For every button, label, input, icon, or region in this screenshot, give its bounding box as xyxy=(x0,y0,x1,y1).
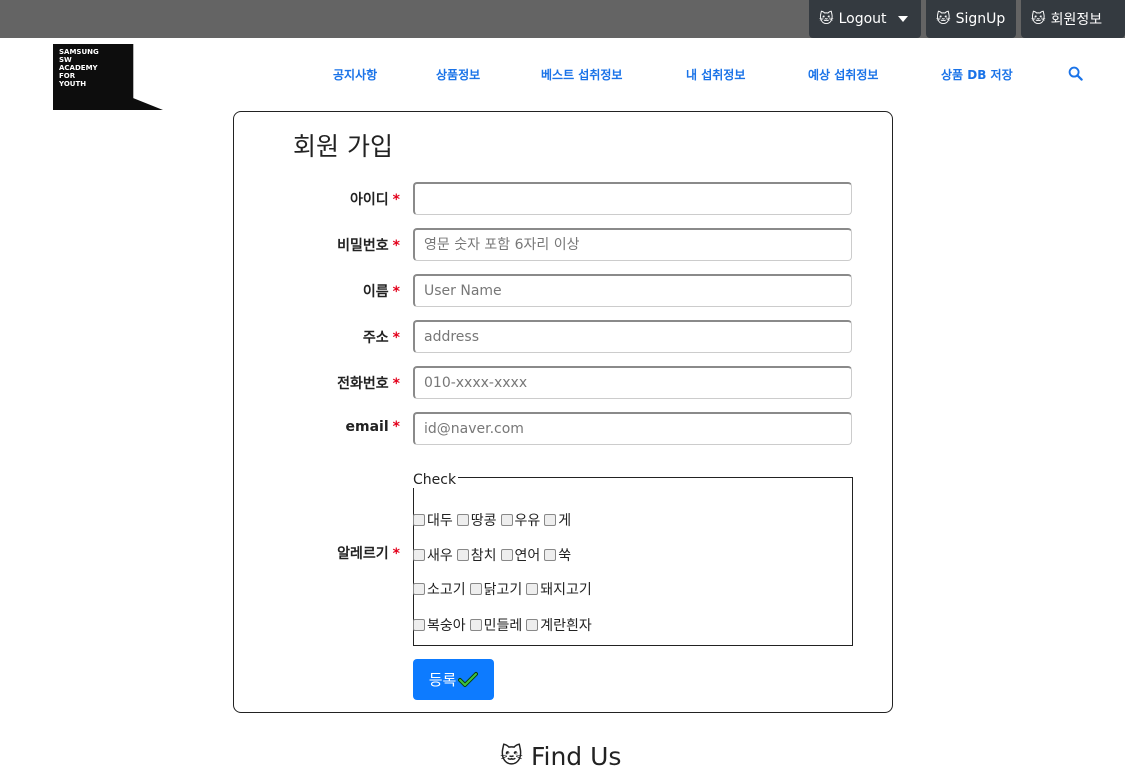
ssafy-logo[interactable]: SAMSUNG SW ACADEMY FOR YOUTH xyxy=(53,44,163,110)
password-input[interactable] xyxy=(413,228,852,261)
check-icon xyxy=(458,671,479,687)
find-us-heading: 🐱 Find Us xyxy=(500,742,621,771)
address-label: 주소 * xyxy=(362,330,400,346)
address-input[interactable] xyxy=(413,320,852,353)
phone-input[interactable] xyxy=(413,366,852,399)
nav-product-db-save[interactable]: 상품 DB 저장 xyxy=(941,66,1013,83)
allergy-checkbox-beef[interactable]: 소고기 xyxy=(413,579,466,599)
nav-product-info[interactable]: 상품정보 xyxy=(436,66,480,83)
logo-text: SAMSUNG SW ACADEMY FOR YOUTH xyxy=(59,48,99,88)
allergy-checkbox-mugwort[interactable]: 쑥 xyxy=(544,545,571,565)
allergy-checkbox-chicken[interactable]: 닭고기 xyxy=(469,579,522,599)
signup-label: SignUp xyxy=(955,11,1006,27)
logout-button[interactable]: 🐱 Logout xyxy=(809,0,921,38)
search-icon[interactable] xyxy=(1068,66,1083,81)
logout-label: Logout xyxy=(838,11,887,27)
id-label: 아이디 * xyxy=(350,192,400,208)
password-label: 비밀번호 * xyxy=(337,238,400,254)
allergy-row: 소고기 닭고기 돼지고기 xyxy=(413,579,596,599)
allergy-checkbox-milk[interactable]: 우유 xyxy=(500,510,540,530)
allergy-checkbox-dandelion[interactable]: 민들레 xyxy=(469,615,522,635)
nav-expected-intake[interactable]: 예상 섭취정보 xyxy=(808,66,878,83)
allergy-checkbox-peanut[interactable]: 땅콩 xyxy=(456,510,497,530)
allergy-checkbox-egg-white[interactable]: 계란흰자 xyxy=(526,615,592,635)
name-input[interactable] xyxy=(413,274,852,307)
caret-down-icon xyxy=(897,16,908,22)
allergy-checkbox-tuna[interactable]: 참치 xyxy=(456,545,497,565)
nav-best-intake[interactable]: 베스트 섭취정보 xyxy=(541,66,622,83)
cat-icon: 🐱 xyxy=(1031,11,1046,27)
cat-icon: 🐱 xyxy=(500,744,523,769)
allergy-checkbox-peach[interactable]: 복숭아 xyxy=(413,615,466,635)
member-info-label: 회원정보 xyxy=(1050,12,1103,28)
register-button[interactable]: 등록 xyxy=(413,659,494,700)
allergy-checkbox-crab[interactable]: 게 xyxy=(544,510,571,530)
allergy-row: 복숭아 민들레 계란흰자 xyxy=(413,615,596,635)
find-us-label: Find Us xyxy=(530,742,622,771)
allergy-checkbox-shrimp[interactable]: 새우 xyxy=(413,545,453,565)
allergy-checkbox-salmon[interactable]: 연어 xyxy=(500,545,540,565)
allergy-checkbox-soybean[interactable]: 대두 xyxy=(413,510,453,530)
email-input[interactable] xyxy=(413,412,852,445)
allergy-label: 알레르기 * xyxy=(337,546,400,562)
allergy-row: 대두 땅콩 우유 게 xyxy=(413,510,575,530)
nav-my-intake[interactable]: 내 섭취정보 xyxy=(686,66,745,83)
page-title: 회원 가입 xyxy=(293,132,393,161)
signup-button[interactable]: 🐱 SignUp xyxy=(926,0,1016,38)
phone-label: 전화번호 * xyxy=(337,376,400,392)
allergy-row: 새우 참치 연어 쑥 xyxy=(413,545,575,565)
allergy-legend: Check xyxy=(413,472,459,488)
email-label: email * xyxy=(345,419,400,435)
allergy-checkbox-pork[interactable]: 돼지고기 xyxy=(526,579,592,599)
cat-icon: 🐱 xyxy=(819,11,834,27)
id-input[interactable] xyxy=(413,182,852,215)
register-label: 등록 xyxy=(428,671,457,689)
cat-icon: 🐱 xyxy=(936,11,951,27)
member-info-button[interactable]: 🐱 회원정보 xyxy=(1021,0,1125,38)
nav-notice[interactable]: 공지사항 xyxy=(333,66,377,83)
name-label: 이름 * xyxy=(362,284,400,300)
